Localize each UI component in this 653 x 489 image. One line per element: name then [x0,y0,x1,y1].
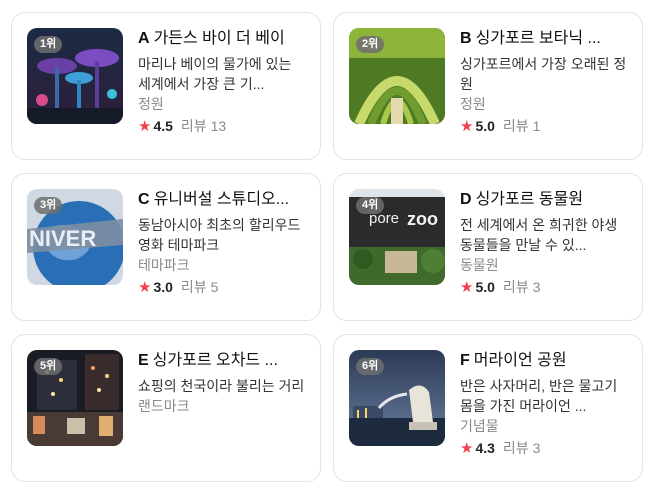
rating-score: 5.0 [475,279,495,295]
place-category: 기념물 [460,418,499,434]
botanic-garden-photo: 2위 [349,28,445,124]
review-count: 5 [210,279,219,295]
merlion-park-photo: 6위 [349,350,445,446]
attraction-grid: 1위 A 가든스 바이 더 베이 마리나 베이의 물가에 있는 세계에서 가장 큰… [0,0,653,489]
place-name: 머라이언 공원 [473,352,567,369]
review-label: 리뷰 [502,118,529,134]
rating-score: 4.5 [153,118,173,134]
singapore-zoo-photo: pore zoo 4위 [349,189,445,285]
place-description: 싱가포르에서 가장 오래된 정원 [460,56,627,92]
place-name: 유니버설 스튜디오... [153,191,290,208]
place-category: 동물원 [460,257,499,273]
attraction-card-a[interactable]: 1위 A 가든스 바이 더 베이 마리나 베이의 물가에 있는 세계에서 가장 큰… [11,12,321,160]
rating-score: 4.3 [475,440,495,456]
marker-letter: C [138,191,150,208]
rank-badge: 4위 [356,197,385,214]
card-title[interactable]: D 싱가포르 동물원 [460,189,630,211]
card-info: A 가든스 바이 더 베이 마리나 베이의 물가에 있는 세계에서 가장 큰 기.… [138,28,308,137]
card-info: E 싱가포르 오차드 ... 쇼핑의 천국이라 불리는 거리 랜드마크 [138,350,308,416]
marker-letter: B [460,30,472,47]
rating-score: 5.0 [475,118,495,134]
marker-letter: A [138,30,150,47]
place-description: 전 세계에서 온 희귀한 야생 동물들을 만날 수 있... [460,217,618,253]
rank-badge: 2위 [356,36,385,53]
card-title[interactable]: F 머라이언 공원 [460,350,630,372]
review-label: 리뷰 [180,279,207,295]
marker-letter: D [460,191,472,208]
place-name: 가든스 바이 더 베이 [153,30,285,47]
star-icon: ★ [138,279,152,296]
rating-row: ★ 5.0 리뷰 1 [460,116,630,137]
review-count: 13 [210,118,227,134]
star-icon: ★ [460,279,474,296]
place-name: 싱가포르 동물원 [475,191,584,208]
rank-badge: 6위 [356,358,385,375]
star-icon: ★ [138,118,152,135]
place-category: 테마파크 [138,257,190,273]
place-description: 쇼핑의 천국이라 불리는 거리 [138,378,305,394]
marker-letter: F [460,352,470,369]
card-title[interactable]: E 싱가포르 오차드 ... [138,350,308,372]
marker-letter: E [138,352,149,369]
svg-text:zoo: zoo [407,209,438,229]
place-name: 싱가포르 보타닉 ... [475,30,601,47]
card-info: C 유니버설 스튜디오... 동남아시아 최초의 할리우드 영화 테마파크 테마파… [138,189,308,298]
rating-score: 3.0 [153,279,173,295]
place-description: 동남아시아 최초의 할리우드 영화 테마파크 [138,217,301,253]
review-count: 1 [532,118,541,134]
star-icon: ★ [460,440,474,457]
place-category: 정원 [460,96,486,112]
svg-text:NIVER: NIVER [29,226,96,251]
orchard-road-photo: 5위 [27,350,123,446]
place-description: 마리나 베이의 물가에 있는 세계에서 가장 큰 기... [138,56,292,92]
rating-row: ★ 4.3 리뷰 3 [460,438,630,459]
review-count: 3 [532,279,541,295]
universal-globe-photo: NIVER 3위 [27,189,123,285]
review-label: 리뷰 [180,118,207,134]
review-label: 리뷰 [502,279,529,295]
card-title[interactable]: C 유니버설 스튜디오... [138,189,308,211]
place-category: 정원 [138,96,164,112]
attraction-card-c[interactable]: NIVER 3위 C 유니버설 스튜디오... 동남아시아 최초의 할리우드 영화… [11,173,321,321]
attraction-card-e[interactable]: 5위 E 싱가포르 오차드 ... 쇼핑의 천국이라 불리는 거리 랜드마크 [11,334,321,482]
place-name: 싱가포르 오차드 ... [152,352,278,369]
card-info: D 싱가포르 동물원 전 세계에서 온 희귀한 야생 동물들을 만날 수 있...… [460,189,630,298]
attraction-card-b[interactable]: 2위 B 싱가포르 보타닉 ... 싱가포르에서 가장 오래된 정원 정원 ★ 5.… [333,12,643,160]
attraction-card-d[interactable]: pore zoo 4위 D 싱가포르 동물원 전 세계에서 온 희귀한 야생 동물… [333,173,643,321]
rank-badge: 3위 [34,197,63,214]
place-description: 반은 사자머리, 반은 물고기 몸을 가진 머라이언 ... [460,378,618,414]
review-label: 리뷰 [502,440,529,456]
place-category: 랜드마크 [138,398,190,414]
review-count: 3 [532,440,541,456]
card-title[interactable]: B 싱가포르 보타닉 ... [460,28,630,50]
rating-row: ★ 5.0 리뷰 3 [460,277,630,298]
gardens-by-the-bay-photo: 1위 [27,28,123,124]
rating-row: ★ 3.0 리뷰 5 [138,277,308,298]
card-title[interactable]: A 가든스 바이 더 베이 [138,28,308,50]
rating-row: ★ 4.5 리뷰 13 [138,116,308,137]
card-info: F 머라이언 공원 반은 사자머리, 반은 물고기 몸을 가진 머라이언 ... … [460,350,630,459]
card-info: B 싱가포르 보타닉 ... 싱가포르에서 가장 오래된 정원 정원 ★ 5.0 리뷰… [460,28,630,137]
star-icon: ★ [460,118,474,135]
rank-badge: 5위 [34,358,63,375]
rank-badge: 1위 [34,36,63,53]
attraction-card-f[interactable]: 6위 F 머라이언 공원 반은 사자머리, 반은 물고기 몸을 가진 머라이언 .… [333,334,643,482]
